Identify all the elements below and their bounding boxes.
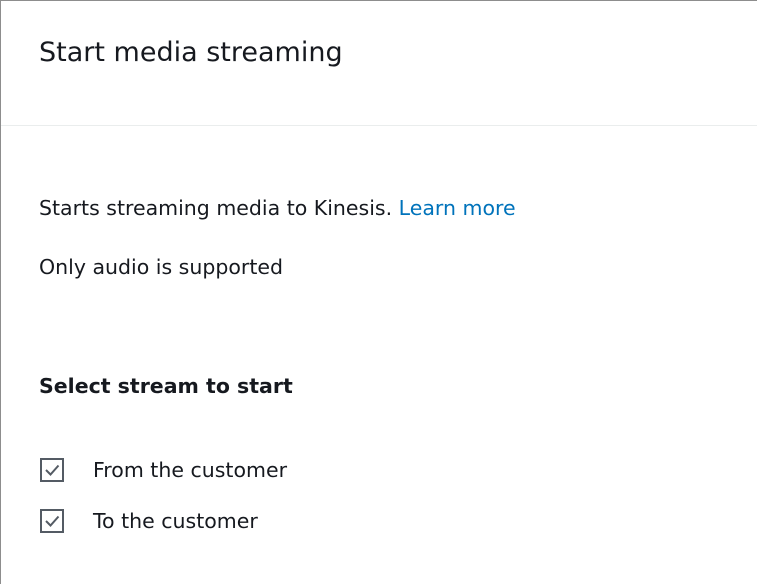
select-stream-label: Select stream to start <box>39 374 293 398</box>
panel-title: Start media streaming <box>39 37 343 68</box>
from-customer-label[interactable]: From the customer <box>93 458 287 482</box>
checkbox-checked-icon[interactable] <box>39 508 65 534</box>
to-customer-option[interactable]: To the customer <box>39 508 258 534</box>
checkbox-checked-icon[interactable] <box>39 457 65 483</box>
audio-support-note: Only audio is supported <box>39 255 284 279</box>
to-customer-label[interactable]: To the customer <box>93 509 258 533</box>
panel-header: Start media streaming <box>1 1 757 126</box>
from-customer-option[interactable]: From the customer <box>39 457 287 483</box>
learn-more-link[interactable]: Learn more <box>399 196 516 220</box>
panel-description: Starts streaming media to Kinesis. Learn… <box>39 196 516 220</box>
description-text: Starts streaming media to Kinesis. <box>39 196 393 220</box>
start-media-streaming-panel: Start media streaming Starts streaming m… <box>0 0 757 584</box>
